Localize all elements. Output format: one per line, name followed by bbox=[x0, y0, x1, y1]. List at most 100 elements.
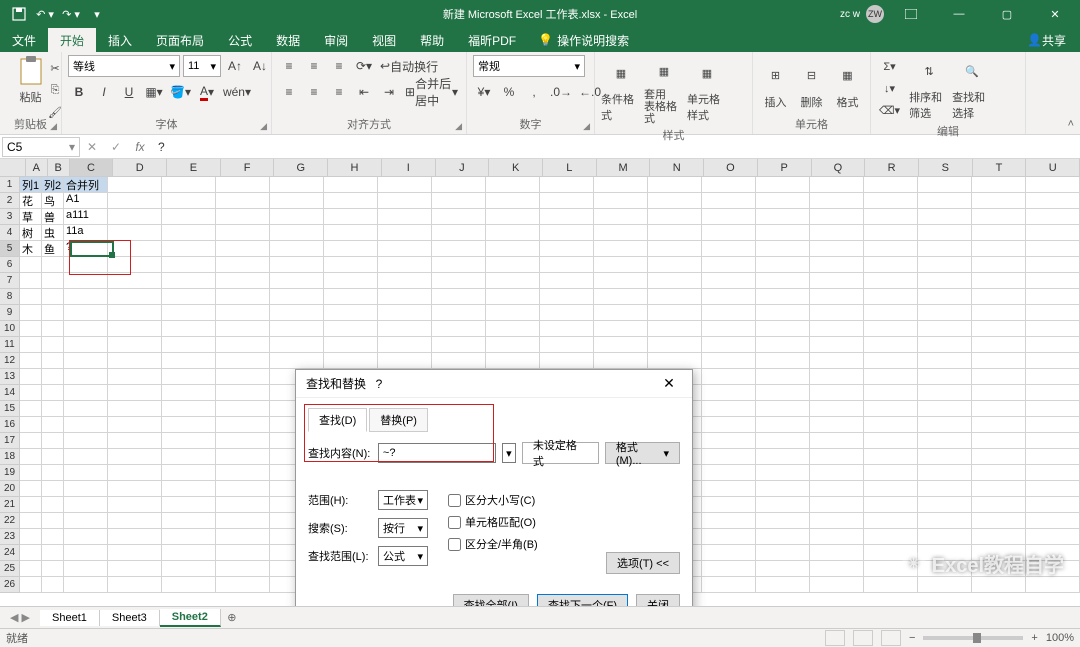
tab-layout[interactable]: 页面布局 bbox=[144, 28, 216, 52]
match-byte-checkbox[interactable]: 区分全/半角(B) bbox=[448, 536, 538, 552]
col-header-L[interactable]: L bbox=[543, 159, 597, 177]
cell[interactable] bbox=[162, 193, 216, 209]
cell[interactable] bbox=[324, 177, 378, 193]
fill-icon[interactable]: ↓▾ bbox=[877, 78, 902, 98]
share-button[interactable]: 👤 共享 bbox=[1013, 28, 1080, 52]
cell[interactable] bbox=[918, 417, 972, 433]
cell[interactable] bbox=[810, 465, 864, 481]
cell[interactable] bbox=[540, 241, 594, 257]
cell[interactable] bbox=[756, 289, 810, 305]
cell[interactable] bbox=[378, 225, 432, 241]
cell[interactable] bbox=[64, 353, 108, 369]
cell[interactable] bbox=[216, 529, 270, 545]
cell[interactable] bbox=[810, 449, 864, 465]
cell[interactable] bbox=[270, 241, 324, 257]
cell[interactable] bbox=[432, 273, 486, 289]
cell[interactable] bbox=[216, 289, 270, 305]
cell[interactable] bbox=[972, 497, 1026, 513]
cell[interactable] bbox=[972, 545, 1026, 561]
cell[interactable] bbox=[432, 241, 486, 257]
cell[interactable] bbox=[20, 465, 42, 481]
cell[interactable] bbox=[432, 209, 486, 225]
close-button[interactable]: 关闭 bbox=[636, 594, 680, 606]
cell[interactable] bbox=[702, 577, 756, 593]
row-header-9[interactable]: 9 bbox=[0, 305, 20, 321]
underline-button[interactable]: U bbox=[118, 81, 140, 103]
comma-icon[interactable]: , bbox=[523, 81, 545, 103]
row-header-13[interactable]: 13 bbox=[0, 369, 20, 385]
cell[interactable] bbox=[64, 433, 108, 449]
cell[interactable] bbox=[702, 353, 756, 369]
col-header-A[interactable]: A bbox=[26, 159, 48, 177]
cell[interactable] bbox=[702, 497, 756, 513]
cell[interactable] bbox=[864, 449, 918, 465]
cell[interactable] bbox=[20, 561, 42, 577]
cell[interactable] bbox=[594, 321, 648, 337]
cell[interactable] bbox=[648, 337, 702, 353]
col-header-J[interactable]: J bbox=[436, 159, 490, 177]
cell[interactable] bbox=[918, 257, 972, 273]
cell[interactable] bbox=[486, 305, 540, 321]
cell[interactable] bbox=[810, 513, 864, 529]
cell[interactable] bbox=[162, 337, 216, 353]
cell[interactable] bbox=[1026, 417, 1080, 433]
match-entire-checkbox[interactable]: 单元格匹配(O) bbox=[448, 514, 538, 530]
sheet-tab-1[interactable]: Sheet1 bbox=[40, 610, 100, 626]
cell[interactable] bbox=[540, 273, 594, 289]
cell[interactable] bbox=[270, 289, 324, 305]
cell[interactable] bbox=[20, 257, 42, 273]
cell[interactable] bbox=[702, 529, 756, 545]
sort-filter-button[interactable]: ⇅排序和筛选 bbox=[909, 55, 949, 121]
cell[interactable] bbox=[324, 289, 378, 305]
cell[interactable] bbox=[378, 241, 432, 257]
cell[interactable] bbox=[972, 321, 1026, 337]
cell[interactable] bbox=[972, 385, 1026, 401]
clear-icon[interactable]: ⌫▾ bbox=[877, 100, 902, 120]
cell[interactable] bbox=[108, 353, 162, 369]
find-history-dropdown[interactable]: ▾ bbox=[502, 443, 516, 463]
cell[interactable] bbox=[108, 577, 162, 593]
cell[interactable] bbox=[972, 353, 1026, 369]
cell[interactable] bbox=[864, 273, 918, 289]
cell[interactable] bbox=[702, 385, 756, 401]
cell[interactable] bbox=[702, 513, 756, 529]
cell[interactable]: 合并列 bbox=[64, 177, 108, 193]
phonetic-icon[interactable]: wén▾ bbox=[221, 81, 253, 103]
cell[interactable] bbox=[810, 401, 864, 417]
cell[interactable] bbox=[324, 193, 378, 209]
cell[interactable] bbox=[972, 289, 1026, 305]
sheet-tab-2[interactable]: Sheet3 bbox=[100, 610, 160, 626]
cell[interactable] bbox=[270, 305, 324, 321]
cell[interactable] bbox=[864, 289, 918, 305]
row-header-24[interactable]: 24 bbox=[0, 545, 20, 561]
cell[interactable] bbox=[864, 513, 918, 529]
cell[interactable] bbox=[864, 225, 918, 241]
cell[interactable] bbox=[594, 241, 648, 257]
align-middle-icon[interactable]: ≡ bbox=[303, 55, 325, 77]
cell[interactable] bbox=[1026, 497, 1080, 513]
name-box[interactable]: C5▾ bbox=[2, 137, 80, 157]
cell[interactable] bbox=[20, 513, 42, 529]
cell[interactable] bbox=[432, 321, 486, 337]
cell[interactable] bbox=[702, 193, 756, 209]
cell[interactable] bbox=[162, 305, 216, 321]
save-icon[interactable] bbox=[8, 3, 30, 25]
align-center-icon[interactable]: ≡ bbox=[303, 81, 325, 103]
percent-icon[interactable]: % bbox=[498, 81, 520, 103]
cell[interactable] bbox=[594, 225, 648, 241]
conditional-format-button[interactable]: ▦条件格式 bbox=[601, 57, 641, 123]
cell[interactable] bbox=[108, 545, 162, 561]
cell[interactable] bbox=[918, 401, 972, 417]
cell[interactable] bbox=[702, 209, 756, 225]
clipboard-dialog-icon[interactable]: ◢ bbox=[50, 121, 57, 132]
cell[interactable] bbox=[810, 321, 864, 337]
cell[interactable] bbox=[972, 561, 1026, 577]
search-select[interactable]: 按行▾ bbox=[378, 518, 428, 538]
cell[interactable] bbox=[42, 481, 64, 497]
cell[interactable] bbox=[378, 209, 432, 225]
cell[interactable] bbox=[20, 449, 42, 465]
col-header-U[interactable]: U bbox=[1026, 159, 1080, 177]
cell[interactable] bbox=[486, 353, 540, 369]
align-left-icon[interactable]: ≡ bbox=[278, 81, 300, 103]
cell[interactable] bbox=[1026, 561, 1080, 577]
